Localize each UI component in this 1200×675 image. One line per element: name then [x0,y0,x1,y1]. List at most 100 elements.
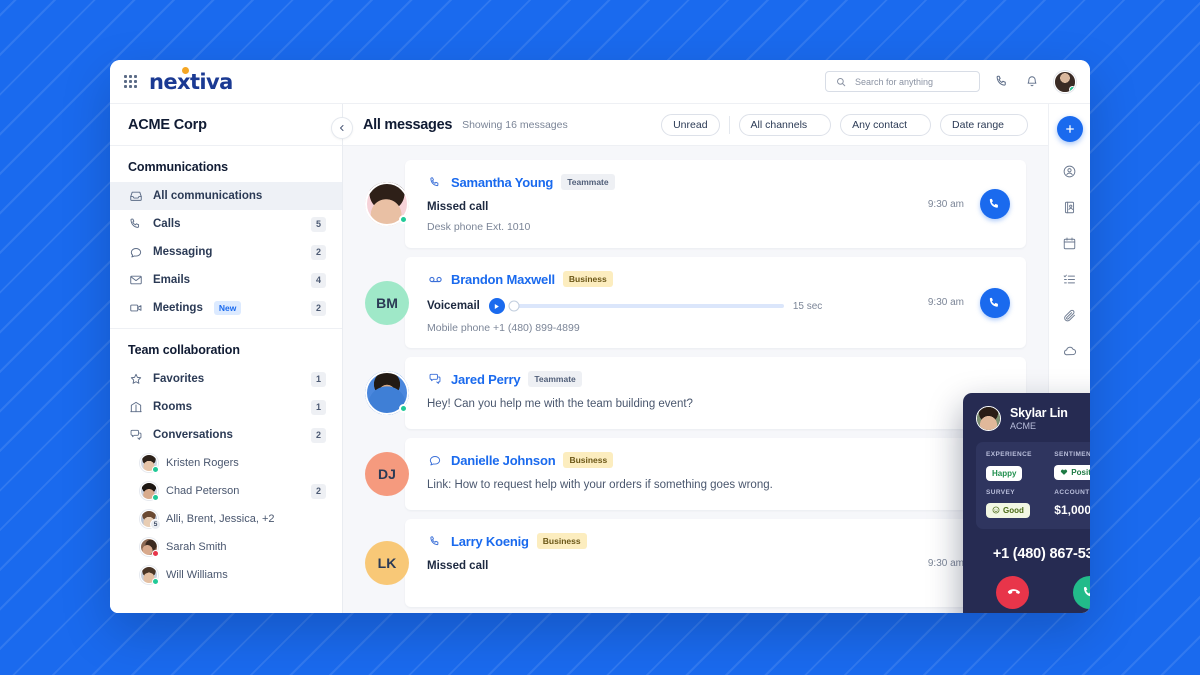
paperclip-icon[interactable] [1061,306,1079,324]
stat-sentiment: SENTIMENT Positive [1054,451,1090,481]
sidebar-section-communications: Communications All communications Calls … [110,146,342,328]
conversation-label: Sarah Smith [166,541,227,553]
contact-circle-icon[interactable] [1061,162,1079,180]
conversation-label: Will Williams [166,569,228,581]
conversation-label: Kristen Rogers [166,457,239,469]
message-row[interactable]: DJ Danielle Johnson Business Link: How t… [365,438,1026,510]
message-list[interactable]: Samantha Young Teammate Missed call Desk… [343,146,1048,613]
conversation-item-sarah-smith[interactable]: Sarah Smith [110,533,342,561]
stat-experience: EXPERIENCE Happy [986,451,1046,481]
sidebar-item-calls[interactable]: Calls 5 [110,210,342,238]
left-sidebar: ACME Corp Communications All communicati… [110,104,353,613]
sidebar-item-messaging[interactable]: Messaging 2 [110,238,342,266]
phone-icon[interactable] [994,74,1010,90]
bell-icon[interactable] [1024,74,1040,90]
avatar-initials: BM [365,280,409,325]
contact-name[interactable]: Jared Perry [451,372,521,387]
sidebar-item-emails[interactable]: Emails 4 [110,266,342,294]
filter-all-channels[interactable]: All channels [738,113,832,136]
page-title: All messages [363,116,453,133]
search-input[interactable]: Search for anything [825,71,980,92]
phone-icon [427,533,443,549]
search-placeholder: Search for anything [855,76,934,87]
task-list-icon[interactable] [1061,270,1079,288]
contact-name[interactable]: Brandon Maxwell [451,272,555,287]
sidebar-item-rooms[interactable]: Rooms 1 [110,393,342,421]
sidebar-header: ACME Corp [110,104,342,146]
chat-bubble-icon [128,244,144,260]
heart-icon [1061,469,1068,475]
filter-label: Unread [673,118,708,131]
sidebar-item-label: Rooms [153,401,192,413]
badge-count: 4 [311,272,326,288]
address-book-icon[interactable] [1061,198,1079,216]
incoming-call-popup[interactable]: Skylar Lin ACME EXPERIENCE Happy SENTIME… [963,393,1090,613]
account-value-amount: $1,000 [1054,503,1090,517]
stat-label: EXPERIENCE [986,451,1032,458]
conversation-item-kristen-rogers[interactable]: Kristen Rogers [110,449,342,477]
filter-date-range[interactable]: Date range [940,113,1028,136]
survey-badge: Good [986,502,1030,518]
stat-label: ACCOUNT VALUE [1054,489,1090,496]
contact-name[interactable]: Larry Koenig [451,534,529,549]
contact-name[interactable]: Samantha Young [451,175,553,190]
sidebar-item-conversations[interactable]: Conversations 2 [110,421,342,449]
experience-badge: Happy [986,466,1023,481]
brand-dot-icon [182,66,189,74]
grid-apps-icon[interactable] [124,75,137,88]
message-row[interactable]: Jared Perry Teammate Hey! Can you help m… [365,357,1026,429]
avatar [140,566,159,585]
sidebar-item-meetings[interactable]: Meetings New 2 [110,294,342,322]
message-row[interactable]: Samantha Young Teammate Missed call Desk… [365,160,1026,248]
main-header: All messages Showing 16 messages Unread … [343,104,1048,146]
sidebar-item-favorites[interactable]: Favorites 1 [110,365,342,393]
contact-type-chip: Business [536,533,587,549]
cloud-icon[interactable] [1061,342,1079,360]
message-meta: Mobile phone +1 (480) 899-4899 [427,322,580,334]
account-value: $1,000/month [1054,503,1090,517]
contact-type-chip: Teammate [561,174,615,190]
sidebar-collapse-button[interactable] [331,117,353,139]
app-window: nextiva Search for anything ACME Corp Co… [110,60,1090,613]
divider [728,115,730,134]
phone-icon [128,216,144,232]
filter-label: Date range [952,118,1004,131]
filter-unread[interactable]: Unread [661,113,720,136]
message-actions: 9:30 am [928,287,1010,318]
search-icon [833,74,849,90]
badge-count: 2 [311,244,326,260]
message-row[interactable]: BM Brandon Maxwell Business Voicemail 15… [365,257,1026,348]
decline-call-button[interactable] [996,576,1029,609]
badge-count: 5 [311,216,326,232]
voicemail-player[interactable]: Voicemail 15 sec [427,298,1010,314]
section-title: Communications [128,160,228,174]
add-button[interactable] [1056,116,1083,142]
badge-text: Positive [1071,467,1090,477]
inbox-icon [128,188,144,204]
online-status-dot [152,578,159,585]
conversation-item-group[interactable]: 5 Alli, Brent, Jessica, +2 [110,505,342,533]
voicemail-progress-slider[interactable] [508,300,784,312]
call-back-button[interactable] [980,189,1010,219]
play-button[interactable] [488,298,505,314]
badge-count: 1 [311,371,326,387]
conversation-item-chad-peterson[interactable]: Chad Peterson 2 [110,477,342,505]
call-back-button[interactable] [980,287,1010,318]
filter-any-contact[interactable]: Any contact [840,113,932,136]
envelope-icon [128,272,144,288]
sidebar-item-all-communications[interactable]: All communications [110,182,342,210]
accept-call-button[interactable] [1073,576,1090,609]
phone-icon [1083,587,1090,597]
message-header: Samantha Young Teammate [427,174,1010,190]
calendar-icon[interactable] [1061,234,1079,252]
message-row[interactable]: LK Larry Koenig Business Missed call 9:3… [365,519,1026,607]
contact-name[interactable]: Danielle Johnson [451,453,556,468]
main-panel: All messages Showing 16 messages Unread … [343,104,1048,613]
stat-label: SURVEY [986,489,1016,496]
stat-survey: SURVEY Good [986,489,1046,519]
conversation-label: Chad Peterson [166,485,240,497]
conversation-item-will-williams[interactable]: Will Williams [110,561,342,589]
slider-handle[interactable] [508,300,520,312]
org-name: ACME Corp [128,116,207,133]
avatar[interactable] [1054,70,1076,93]
